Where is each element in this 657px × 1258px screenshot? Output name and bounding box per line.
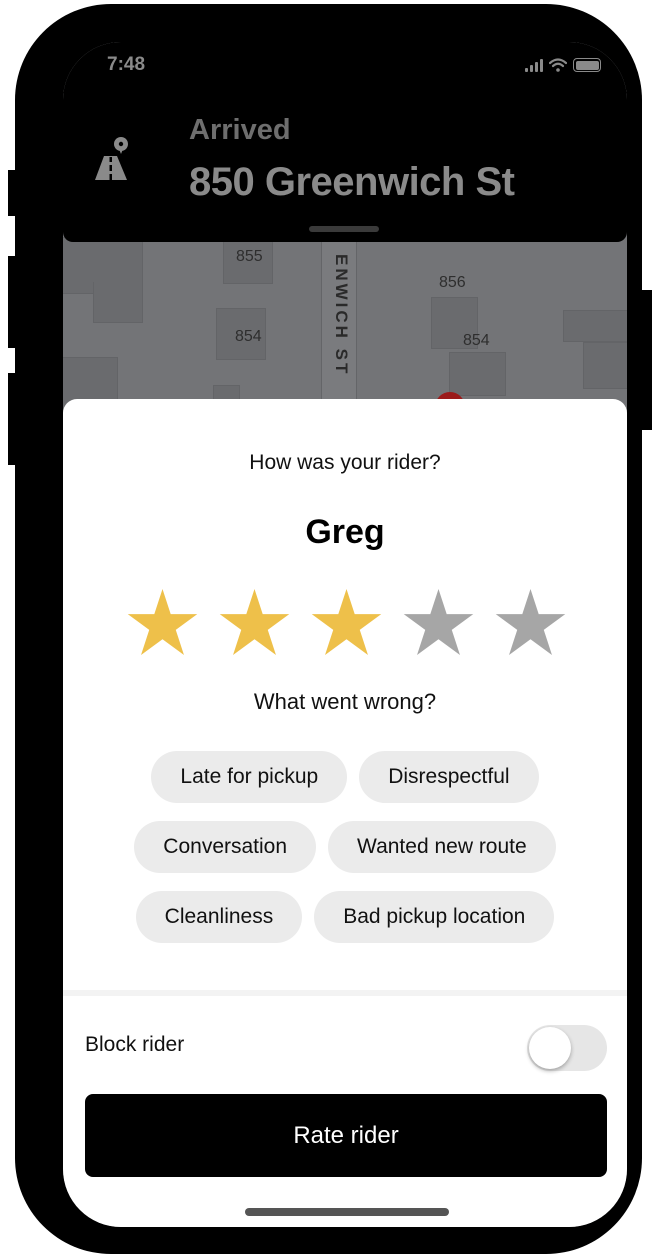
star-2-icon[interactable] <box>219 589 290 655</box>
address-number: 855 <box>236 248 263 265</box>
address-number: 854 <box>463 332 490 349</box>
block-rider-label: Block rider <box>85 1033 185 1056</box>
road-pin-icon <box>95 137 128 180</box>
star-1-icon[interactable] <box>127 589 198 655</box>
header-drag-handle[interactable] <box>309 226 379 232</box>
map-building <box>449 352 506 396</box>
home-indicator[interactable] <box>245 1208 449 1216</box>
chip-cleanliness[interactable]: Cleanliness <box>135 891 303 943</box>
phone-frame: ENWICH ST 855 854 856 854 7:48 Arrived 8… <box>15 4 642 1254</box>
star-4-icon[interactable] <box>403 589 474 655</box>
section-divider <box>63 990 627 996</box>
feedback-options: Late for pickup Disrespectful Conversati… <box>63 751 627 961</box>
street-label: ENWICH ST <box>332 254 351 377</box>
map-building <box>563 310 627 342</box>
chip-disrespectful[interactable]: Disrespectful <box>359 751 539 803</box>
wifi-icon <box>549 58 567 72</box>
rate-rider-button[interactable]: Rate rider <box>85 1094 607 1177</box>
chip-late-for-pickup[interactable]: Late for pickup <box>151 751 348 803</box>
navigation-header: 7:48 Arrived 850 Greenwich St <box>63 42 627 242</box>
battery-icon <box>573 58 601 72</box>
rating-question: How was your rider? <box>249 451 441 474</box>
chip-conversation[interactable]: Conversation <box>134 821 317 873</box>
trip-status: Arrived <box>189 114 291 146</box>
status-time: 7:48 <box>107 54 146 75</box>
chip-row: Cleanliness Bad pickup location <box>63 891 627 943</box>
chip-row: Late for pickup Disrespectful <box>63 751 627 803</box>
toggle-knob <box>529 1027 571 1069</box>
screen: ENWICH ST 855 854 856 854 7:48 Arrived 8… <box>63 42 627 1227</box>
address-number: 856 <box>439 274 466 291</box>
chip-wanted-new-route[interactable]: Wanted new route <box>328 821 556 873</box>
map-building <box>93 282 143 323</box>
signal-icon <box>525 58 543 72</box>
star-rating <box>127 589 566 655</box>
rating-sheet: How was your rider? Greg What went wrong… <box>63 399 627 1227</box>
rider-name: Greg <box>305 513 385 551</box>
star-3-icon[interactable] <box>311 589 382 655</box>
block-rider-toggle[interactable] <box>527 1025 607 1071</box>
feedback-question: What went wrong? <box>253 689 437 714</box>
address-number: 854 <box>235 328 262 345</box>
map-building <box>583 342 627 389</box>
chip-bad-pickup-location[interactable]: Bad pickup location <box>314 891 555 943</box>
star-5-icon[interactable] <box>495 589 566 655</box>
chip-row: Conversation Wanted new route <box>63 821 627 873</box>
status-icons <box>525 58 601 72</box>
destination-address: 850 Greenwich St <box>189 160 515 204</box>
